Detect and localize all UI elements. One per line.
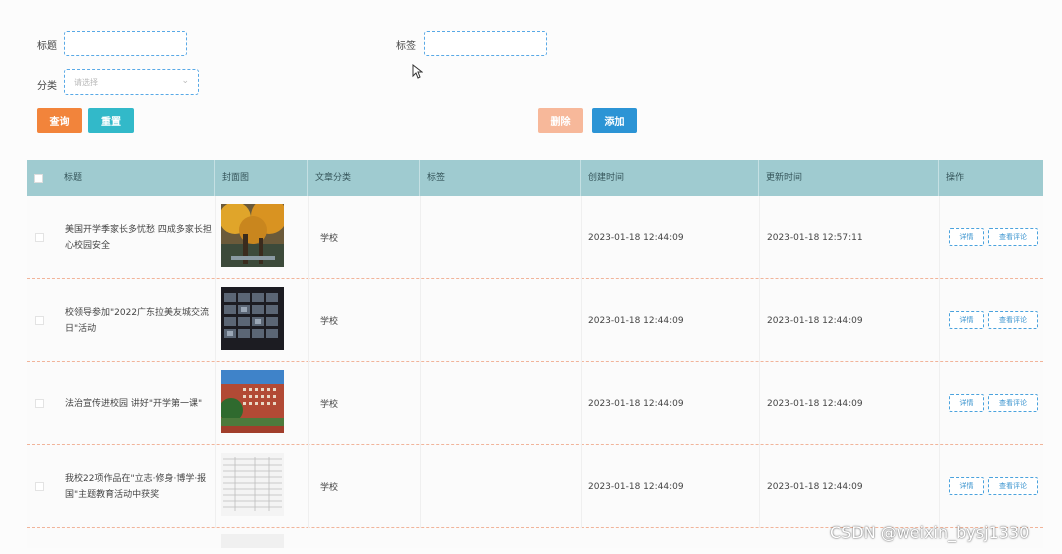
row-title: 美国开学季家长多忧愁 四成多家长担心校园安全 <box>65 224 212 251</box>
row-title: 法治宣传进校园 讲好"开学第一课" <box>65 398 203 409</box>
table-row: 美国开学季家长多忧愁 四成多家长担心校园安全 学校 2023-01-18 12:… <box>27 196 1043 279</box>
view-comments-button[interactable]: 查看评论 <box>988 394 1038 412</box>
tag-filter-label: 标签 <box>396 41 416 52</box>
view-comments-button[interactable]: 查看评论 <box>988 477 1038 495</box>
autumn-trees-icon <box>221 204 284 267</box>
filter-panel: 标题 标签 分类 请选择 ⌄ 查询 重置 删除 添加 <box>0 0 1062 160</box>
title-filter-label: 标题 <box>37 41 57 52</box>
campus-building-icon <box>221 370 284 433</box>
select-all-checkbox[interactable] <box>34 174 43 183</box>
category-placeholder: 请选择 <box>74 78 98 87</box>
detail-button[interactable]: 详情 <box>949 477 984 495</box>
row-category: 学校 <box>320 483 339 493</box>
watermark: CSDN @weixin_bysj1330 <box>830 523 1030 542</box>
row-created: 2023-01-18 12:44:09 <box>588 232 684 243</box>
table-header: 标题 封面图 文章分类 标签 创建时间 更新时间 操作 <box>27 160 1043 196</box>
thumbnail-partial <box>221 534 284 548</box>
row-category: 学校 <box>320 400 339 410</box>
view-comments-button[interactable]: 查看评论 <box>988 311 1038 329</box>
category-select[interactable]: 请选择 ⌄ <box>64 69 199 95</box>
row-updated: 2023-01-18 12:44:09 <box>767 481 863 492</box>
row-created: 2023-01-18 12:44:09 <box>588 481 684 492</box>
table-row: 法治宣传进校园 讲好"开学第一课" 学校 2023-01-18 12:44:09… <box>27 362 1043 445</box>
title-input[interactable] <box>64 31 187 56</box>
row-created: 2023-01-18 12:44:09 <box>588 315 684 326</box>
row-updated: 2023-01-18 12:44:09 <box>767 315 863 326</box>
reset-button[interactable]: 重置 <box>88 108 134 133</box>
row-title: 我校22项作品在"立志·修身·博学·报国"主题教育活动中获奖 <box>65 473 207 500</box>
delete-button[interactable]: 删除 <box>538 108 583 133</box>
tag-input[interactable] <box>424 31 547 56</box>
row-category: 学校 <box>320 234 339 244</box>
detail-button[interactable]: 详情 <box>949 228 984 246</box>
table-row: 校领导参加"2022广东拉美友城交流日"活动 学校 2023-01-18 12:… <box>27 279 1043 362</box>
detail-button[interactable]: 详情 <box>949 394 984 412</box>
video-grid-icon <box>221 287 284 350</box>
chevron-down-icon: ⌄ <box>181 76 189 86</box>
row-category: 学校 <box>320 317 339 327</box>
header-cover[interactable]: 封面图 <box>215 160 308 196</box>
article-table: 标题 封面图 文章分类 标签 创建时间 更新时间 操作 美国开学季家长多忧愁 四… <box>27 160 1043 548</box>
table-row: 我校22项作品在"立志·修身·博学·报国"主题教育活动中获奖 学校 2023-0… <box>27 445 1043 528</box>
mouse-cursor-icon <box>412 64 423 79</box>
detail-button[interactable]: 详情 <box>949 311 984 329</box>
add-button[interactable]: 添加 <box>592 108 637 133</box>
row-title: 校领导参加"2022广东拉美友城交流日"活动 <box>65 307 210 334</box>
row-updated: 2023-01-18 12:57:11 <box>767 232 863 243</box>
header-created[interactable]: 创建时间 <box>581 160 759 196</box>
row-checkbox[interactable] <box>35 316 44 325</box>
row-checkbox[interactable] <box>35 233 44 242</box>
row-checkbox[interactable] <box>35 482 44 491</box>
row-checkbox[interactable] <box>35 399 44 408</box>
query-button[interactable]: 查询 <box>37 108 82 133</box>
header-actions: 操作 <box>946 173 965 183</box>
document-table-icon <box>221 453 284 516</box>
row-updated: 2023-01-18 12:44:09 <box>767 398 863 409</box>
header-title[interactable]: 标题 <box>57 160 215 196</box>
header-updated[interactable]: 更新时间 <box>759 160 939 196</box>
header-tag[interactable]: 标签 <box>420 160 581 196</box>
category-filter-label: 分类 <box>37 81 57 92</box>
row-created: 2023-01-18 12:44:09 <box>588 398 684 409</box>
view-comments-button[interactable]: 查看评论 <box>988 228 1038 246</box>
header-category[interactable]: 文章分类 <box>308 160 420 196</box>
